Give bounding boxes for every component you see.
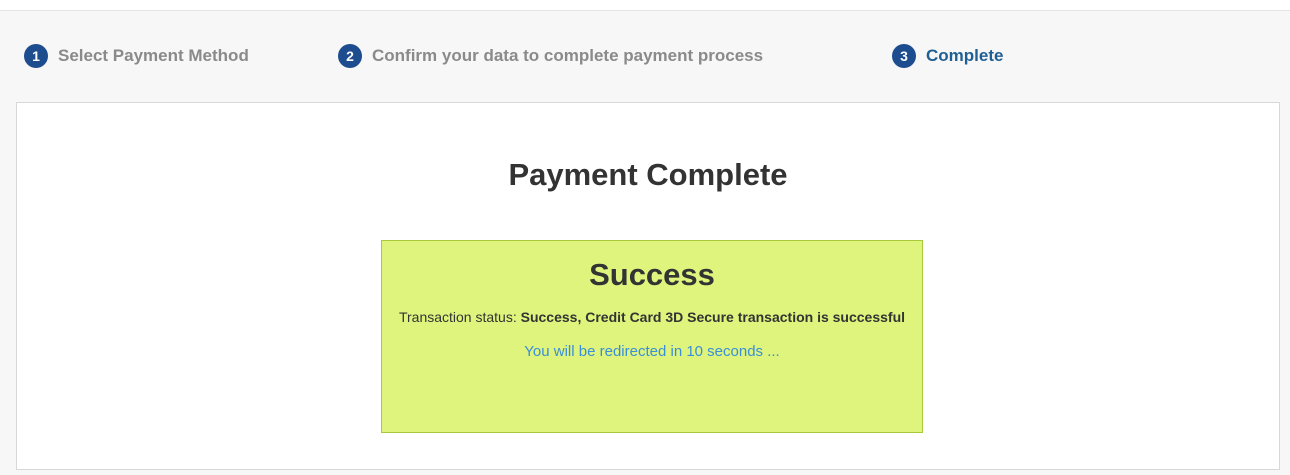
step-complete[interactable]: 3 Complete bbox=[892, 41, 1003, 71]
step-select-payment-method[interactable]: 1 Select Payment Method bbox=[24, 41, 249, 71]
success-message-box: Success Transaction status: Success, Cre… bbox=[381, 240, 923, 433]
step-number-badge: 3 bbox=[892, 44, 916, 68]
redirect-message: You will be redirected in 10 seconds ... bbox=[524, 343, 780, 360]
progress-steps: 1 Select Payment Method 2 Confirm your d… bbox=[24, 41, 1264, 71]
step-label: Select Payment Method bbox=[58, 46, 249, 65]
step-confirm-data[interactable]: 2 Confirm your data to complete payment … bbox=[338, 41, 763, 71]
transaction-status-value: Success, Credit Card 3D Secure transacti… bbox=[520, 309, 906, 325]
payment-page: 1 Select Payment Method 2 Confirm your d… bbox=[0, 0, 1290, 475]
status-heading: Success bbox=[589, 257, 715, 292]
transaction-status: Transaction status: Success, Credit Card… bbox=[382, 306, 922, 328]
step-label: Complete bbox=[926, 46, 1004, 65]
step-number-badge: 1 bbox=[24, 44, 48, 68]
header-strip bbox=[0, 0, 1290, 11]
page-title: Payment Complete bbox=[508, 157, 788, 192]
transaction-status-label: Transaction status: bbox=[398, 309, 521, 325]
payment-result-card: Payment Complete Success Transaction sta… bbox=[16, 102, 1280, 470]
step-label: Confirm your data to complete payment pr… bbox=[372, 46, 764, 65]
step-number-badge: 2 bbox=[338, 44, 362, 68]
